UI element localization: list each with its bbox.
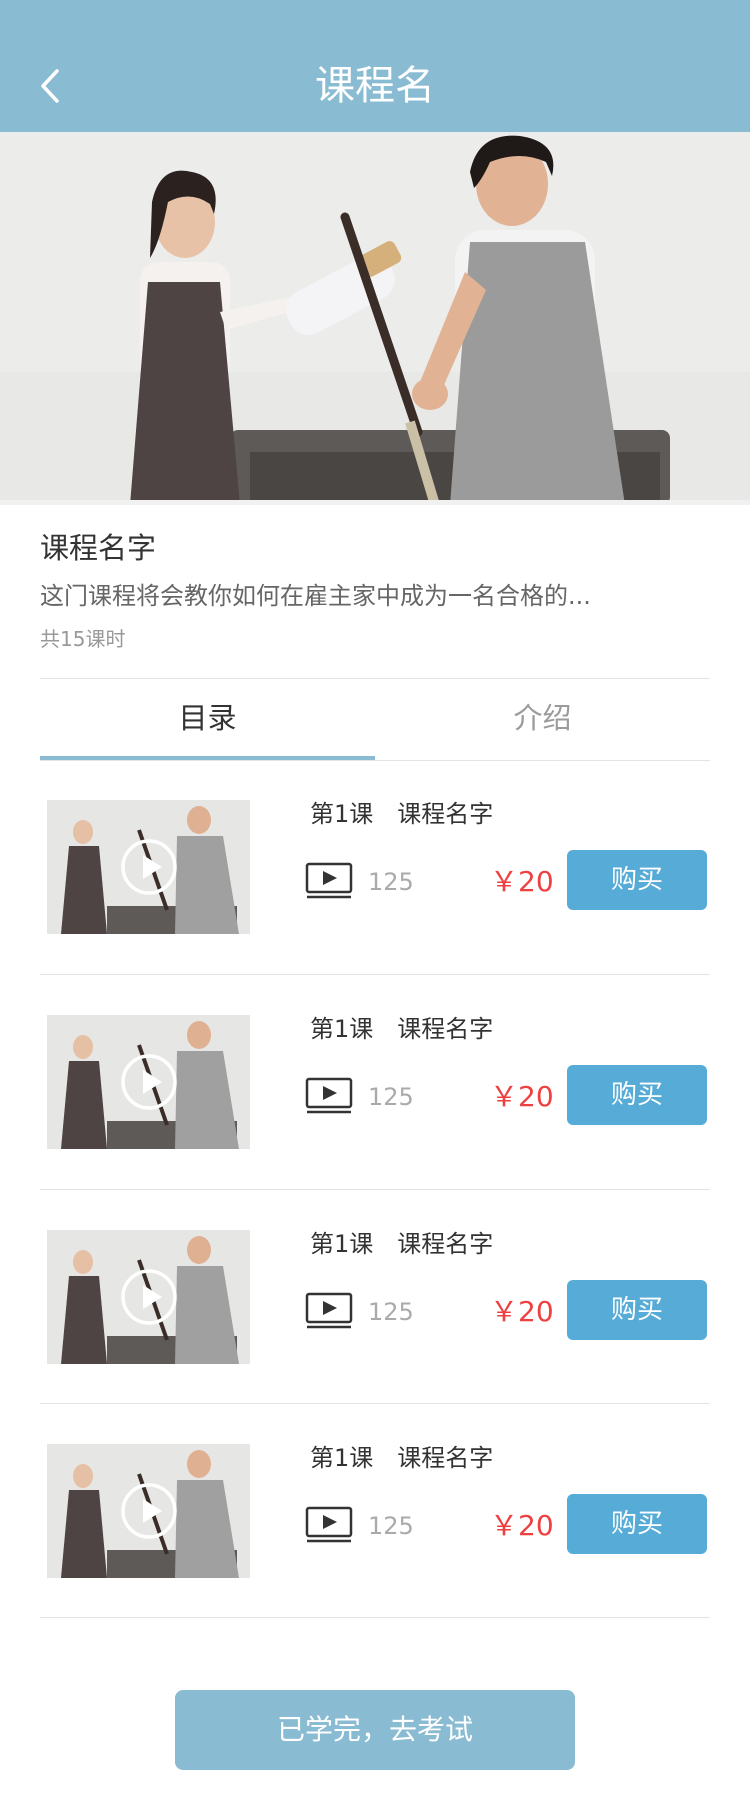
divider xyxy=(40,678,710,679)
course-detail-page: 课程名 课程名字 这门课程将会教你如何在雇主家中成为一名合格的... 共15课时… xyxy=(0,0,750,1800)
tab-catalog[interactable]: 目录 xyxy=(40,690,375,746)
tab-introduction[interactable]: 介绍 xyxy=(375,690,710,746)
lesson-thumbnail[interactable] xyxy=(47,1444,250,1578)
lesson-thumbnail[interactable] xyxy=(47,1230,250,1364)
play-icon xyxy=(121,839,177,895)
list-item[interactable]: 第1课 课程名字 125 ￥20 购买 xyxy=(0,760,750,974)
play-icon xyxy=(121,1269,177,1325)
video-icon xyxy=(305,1077,353,1114)
view-count: 125 xyxy=(368,1512,414,1540)
video-icon xyxy=(305,1292,353,1329)
list-item[interactable]: 第1课 课程名字 125 ￥20 购买 xyxy=(0,975,750,1189)
lesson-title: 第1课 课程名字 xyxy=(310,1444,494,1472)
page-title: 课程名 xyxy=(315,63,435,109)
hero-divider xyxy=(0,500,750,505)
lesson-price: ￥20 xyxy=(490,1080,554,1113)
buy-button[interactable]: 购买 xyxy=(567,1280,707,1340)
lesson-thumbnail[interactable] xyxy=(47,1015,250,1149)
course-name: 课程名字 xyxy=(40,531,157,565)
video-icon xyxy=(305,862,353,899)
buy-button[interactable]: 购买 xyxy=(567,850,707,910)
list-item[interactable]: 第1课 课程名字 125 ￥20 购买 xyxy=(0,1190,750,1404)
lesson-thumbnail[interactable] xyxy=(47,800,250,934)
lesson-count: 共15课时 xyxy=(40,627,126,651)
view-count: 125 xyxy=(368,1298,414,1326)
list-item[interactable]: 第1课 课程名字 125 ￥20 购买 xyxy=(0,1404,750,1618)
course-cover-image xyxy=(0,132,750,505)
buy-button[interactable]: 购买 xyxy=(567,1494,707,1554)
lesson-price: ￥20 xyxy=(490,865,554,898)
view-count: 125 xyxy=(368,1083,414,1111)
lesson-title: 第1课 课程名字 xyxy=(310,1015,494,1043)
play-icon xyxy=(121,1054,177,1110)
take-exam-button[interactable]: 已学完，去考试 xyxy=(175,1690,575,1770)
video-icon xyxy=(305,1506,353,1543)
top-nav-bar: 课程名 xyxy=(0,0,750,132)
lesson-title: 第1课 课程名字 xyxy=(310,1230,494,1258)
course-description: 这门课程将会教你如何在雇主家中成为一名合格的... xyxy=(40,582,591,610)
view-count: 125 xyxy=(368,868,414,896)
buy-button[interactable]: 购买 xyxy=(567,1065,707,1125)
lesson-price: ￥20 xyxy=(490,1509,554,1542)
divider xyxy=(40,1617,710,1618)
lesson-title: 第1课 课程名字 xyxy=(310,800,494,828)
play-icon xyxy=(121,1483,177,1539)
lesson-price: ￥20 xyxy=(490,1295,554,1328)
